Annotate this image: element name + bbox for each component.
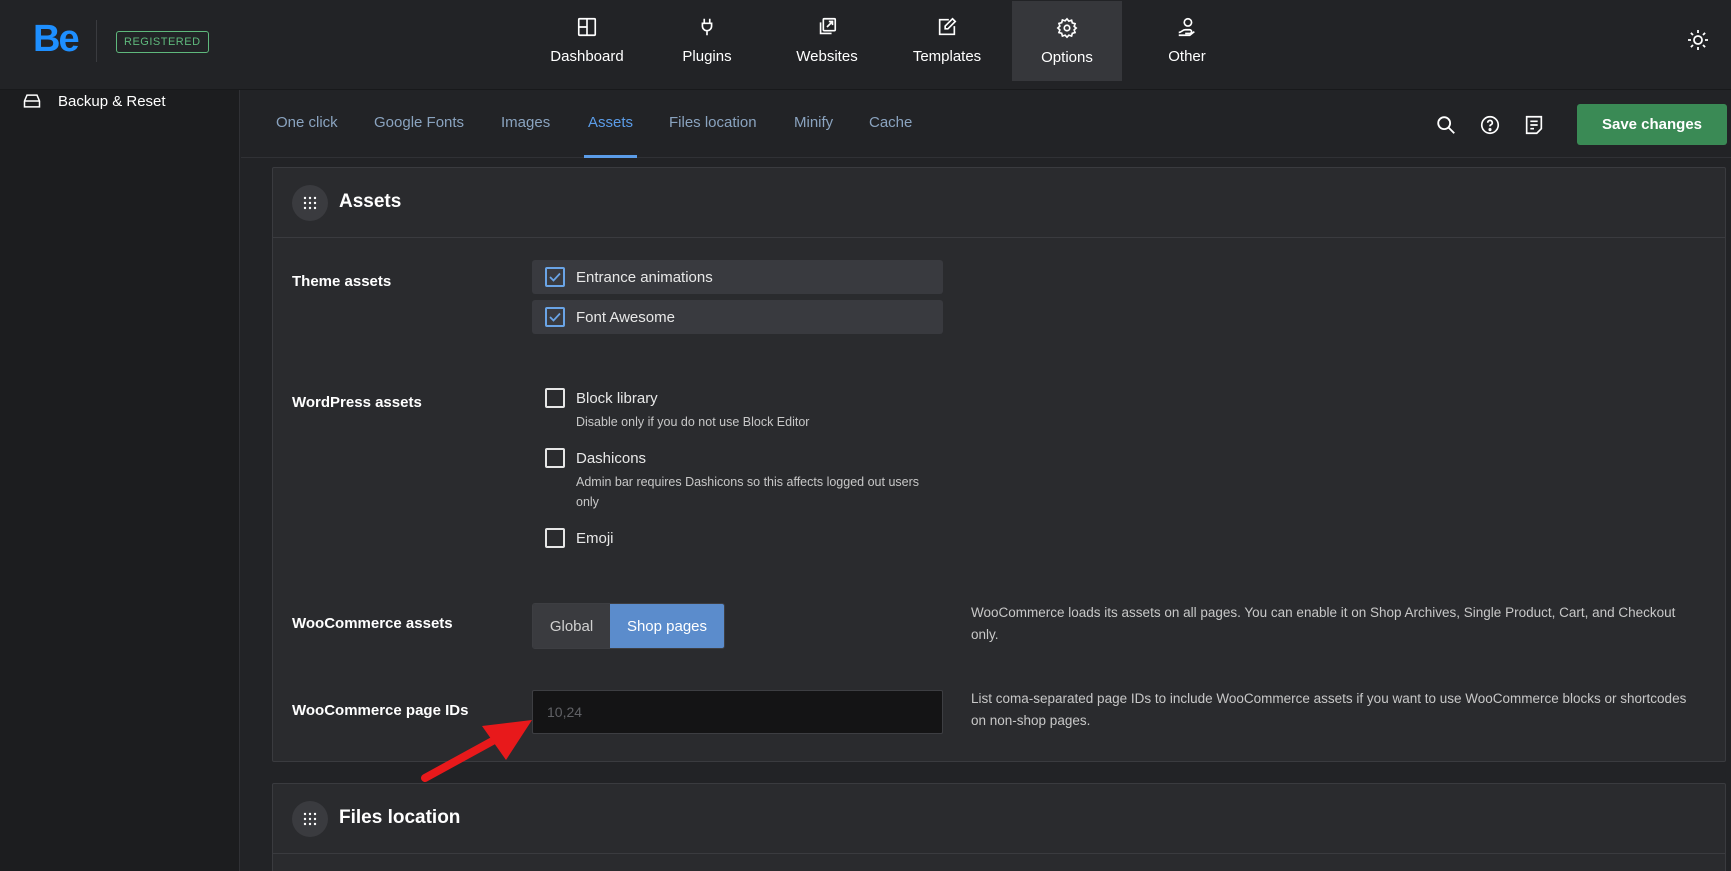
sidebar: Backup & Reset xyxy=(0,90,240,871)
font-awesome-checkbox[interactable]: Font Awesome xyxy=(532,300,943,334)
option-global[interactable]: Global xyxy=(533,604,610,648)
assets-panel: Assets Theme assets Entrance animations … xyxy=(272,167,1726,762)
checkbox-empty-icon xyxy=(545,528,565,548)
tab-assets[interactable]: Assets xyxy=(584,90,638,158)
dashicons-checkbox[interactable]: Dashicons xyxy=(545,448,921,468)
woocommerce-assets-toggle: Global Shop pages xyxy=(532,603,725,649)
nav-options[interactable]: Options xyxy=(1012,1,1122,81)
panel-header: Files location xyxy=(273,784,1725,854)
checkbox-description: Disable only if you do not use Block Edi… xyxy=(576,415,810,429)
panel-header: Assets xyxy=(273,168,1725,238)
nav-dashboard[interactable]: Dashboard xyxy=(532,0,642,80)
tab-one-click[interactable]: One click xyxy=(276,90,338,158)
sidebar-item-backup-reset[interactable]: Backup & Reset xyxy=(22,90,166,112)
woocommerce-assets-label: WooCommerce assets xyxy=(292,615,453,632)
dashicons-option: Dashicons Admin bar requires Dashicons s… xyxy=(545,448,921,512)
nav-plugins[interactable]: Plugins xyxy=(652,0,762,80)
templates-icon xyxy=(938,17,957,36)
checkbox-label: Dashicons xyxy=(576,449,647,467)
checkbox-label: Block library xyxy=(576,389,658,407)
sun-icon[interactable] xyxy=(1686,28,1710,52)
tab-cache[interactable]: Cache xyxy=(869,90,912,158)
checkbox-label: Entrance animations xyxy=(576,268,713,286)
nav-label: Other xyxy=(1168,48,1206,65)
checkbox-label: Emoji xyxy=(576,529,614,547)
help-icon[interactable] xyxy=(1479,114,1501,136)
option-shop-pages[interactable]: Shop pages xyxy=(610,604,724,648)
websites-icon xyxy=(819,17,837,35)
gear-icon xyxy=(1056,17,1078,39)
checkbox-checked-icon xyxy=(545,267,565,287)
sidebar-item-label: Backup & Reset xyxy=(58,92,166,110)
checkbox-empty-icon xyxy=(545,448,565,468)
wordpress-assets-label: WordPress assets xyxy=(292,394,422,411)
emoji-checkbox[interactable]: Emoji xyxy=(545,528,614,548)
top-bar: Be REGISTERED Dashboard Plugins Websites… xyxy=(0,0,1731,90)
nav-other[interactable]: Other xyxy=(1132,0,1242,80)
plug-icon xyxy=(701,18,713,36)
tab-files-location[interactable]: Files location xyxy=(669,90,757,158)
nav-label: Plugins xyxy=(682,48,732,65)
nav-templates[interactable]: Templates xyxy=(892,0,1002,80)
nav-websites[interactable]: Websites xyxy=(772,0,882,80)
save-changes-button[interactable]: Save changes xyxy=(1577,104,1727,145)
hand-user-icon xyxy=(1178,17,1195,37)
nav-label: Dashboard xyxy=(550,48,624,65)
search-icon[interactable] xyxy=(1435,114,1457,136)
registered-badge: REGISTERED xyxy=(116,31,209,53)
tab-google-fonts[interactable]: Google Fonts xyxy=(374,90,464,158)
block-library-option: Block library Disable only if you do not… xyxy=(545,388,921,432)
theme-assets-label: Theme assets xyxy=(292,273,392,290)
divider xyxy=(96,20,97,62)
notes-icon[interactable] xyxy=(1523,114,1545,136)
entrance-animations-checkbox[interactable]: Entrance animations xyxy=(532,260,943,294)
files-location-panel: Files location xyxy=(272,783,1726,871)
drive-icon xyxy=(23,94,41,108)
checkbox-description: Admin bar requires Dashicons so this aff… xyxy=(576,475,920,509)
panel-title: Files location xyxy=(339,807,461,828)
emoji-option: Emoji xyxy=(545,528,614,548)
drag-handle-icon[interactable] xyxy=(292,185,328,221)
nav-label: Templates xyxy=(912,48,982,65)
block-library-checkbox[interactable]: Block library xyxy=(545,388,921,408)
logo[interactable]: Be xyxy=(33,18,80,61)
woocommerce-assets-help: WooCommerce loads its assets on all page… xyxy=(971,605,1676,642)
panel-title: Assets xyxy=(339,191,402,212)
tab-minify[interactable]: Minify xyxy=(794,90,833,158)
checkbox-empty-icon xyxy=(545,388,565,408)
checkbox-label: Font Awesome xyxy=(576,308,675,326)
woocommerce-page-ids-help: List coma-separated page IDs to include … xyxy=(971,691,1687,728)
nav-label: Options xyxy=(1041,49,1093,66)
tab-images[interactable]: Images xyxy=(501,90,550,158)
dashboard-icon xyxy=(577,17,597,37)
checkbox-checked-icon xyxy=(545,307,565,327)
drag-handle-icon[interactable] xyxy=(292,801,328,837)
annotation-arrow-icon xyxy=(421,720,532,782)
nav-label: Websites xyxy=(796,48,858,65)
options-subtabs: One click Google Fonts Images Assets Fil… xyxy=(241,90,1731,158)
woocommerce-page-ids-input[interactable] xyxy=(532,690,943,734)
